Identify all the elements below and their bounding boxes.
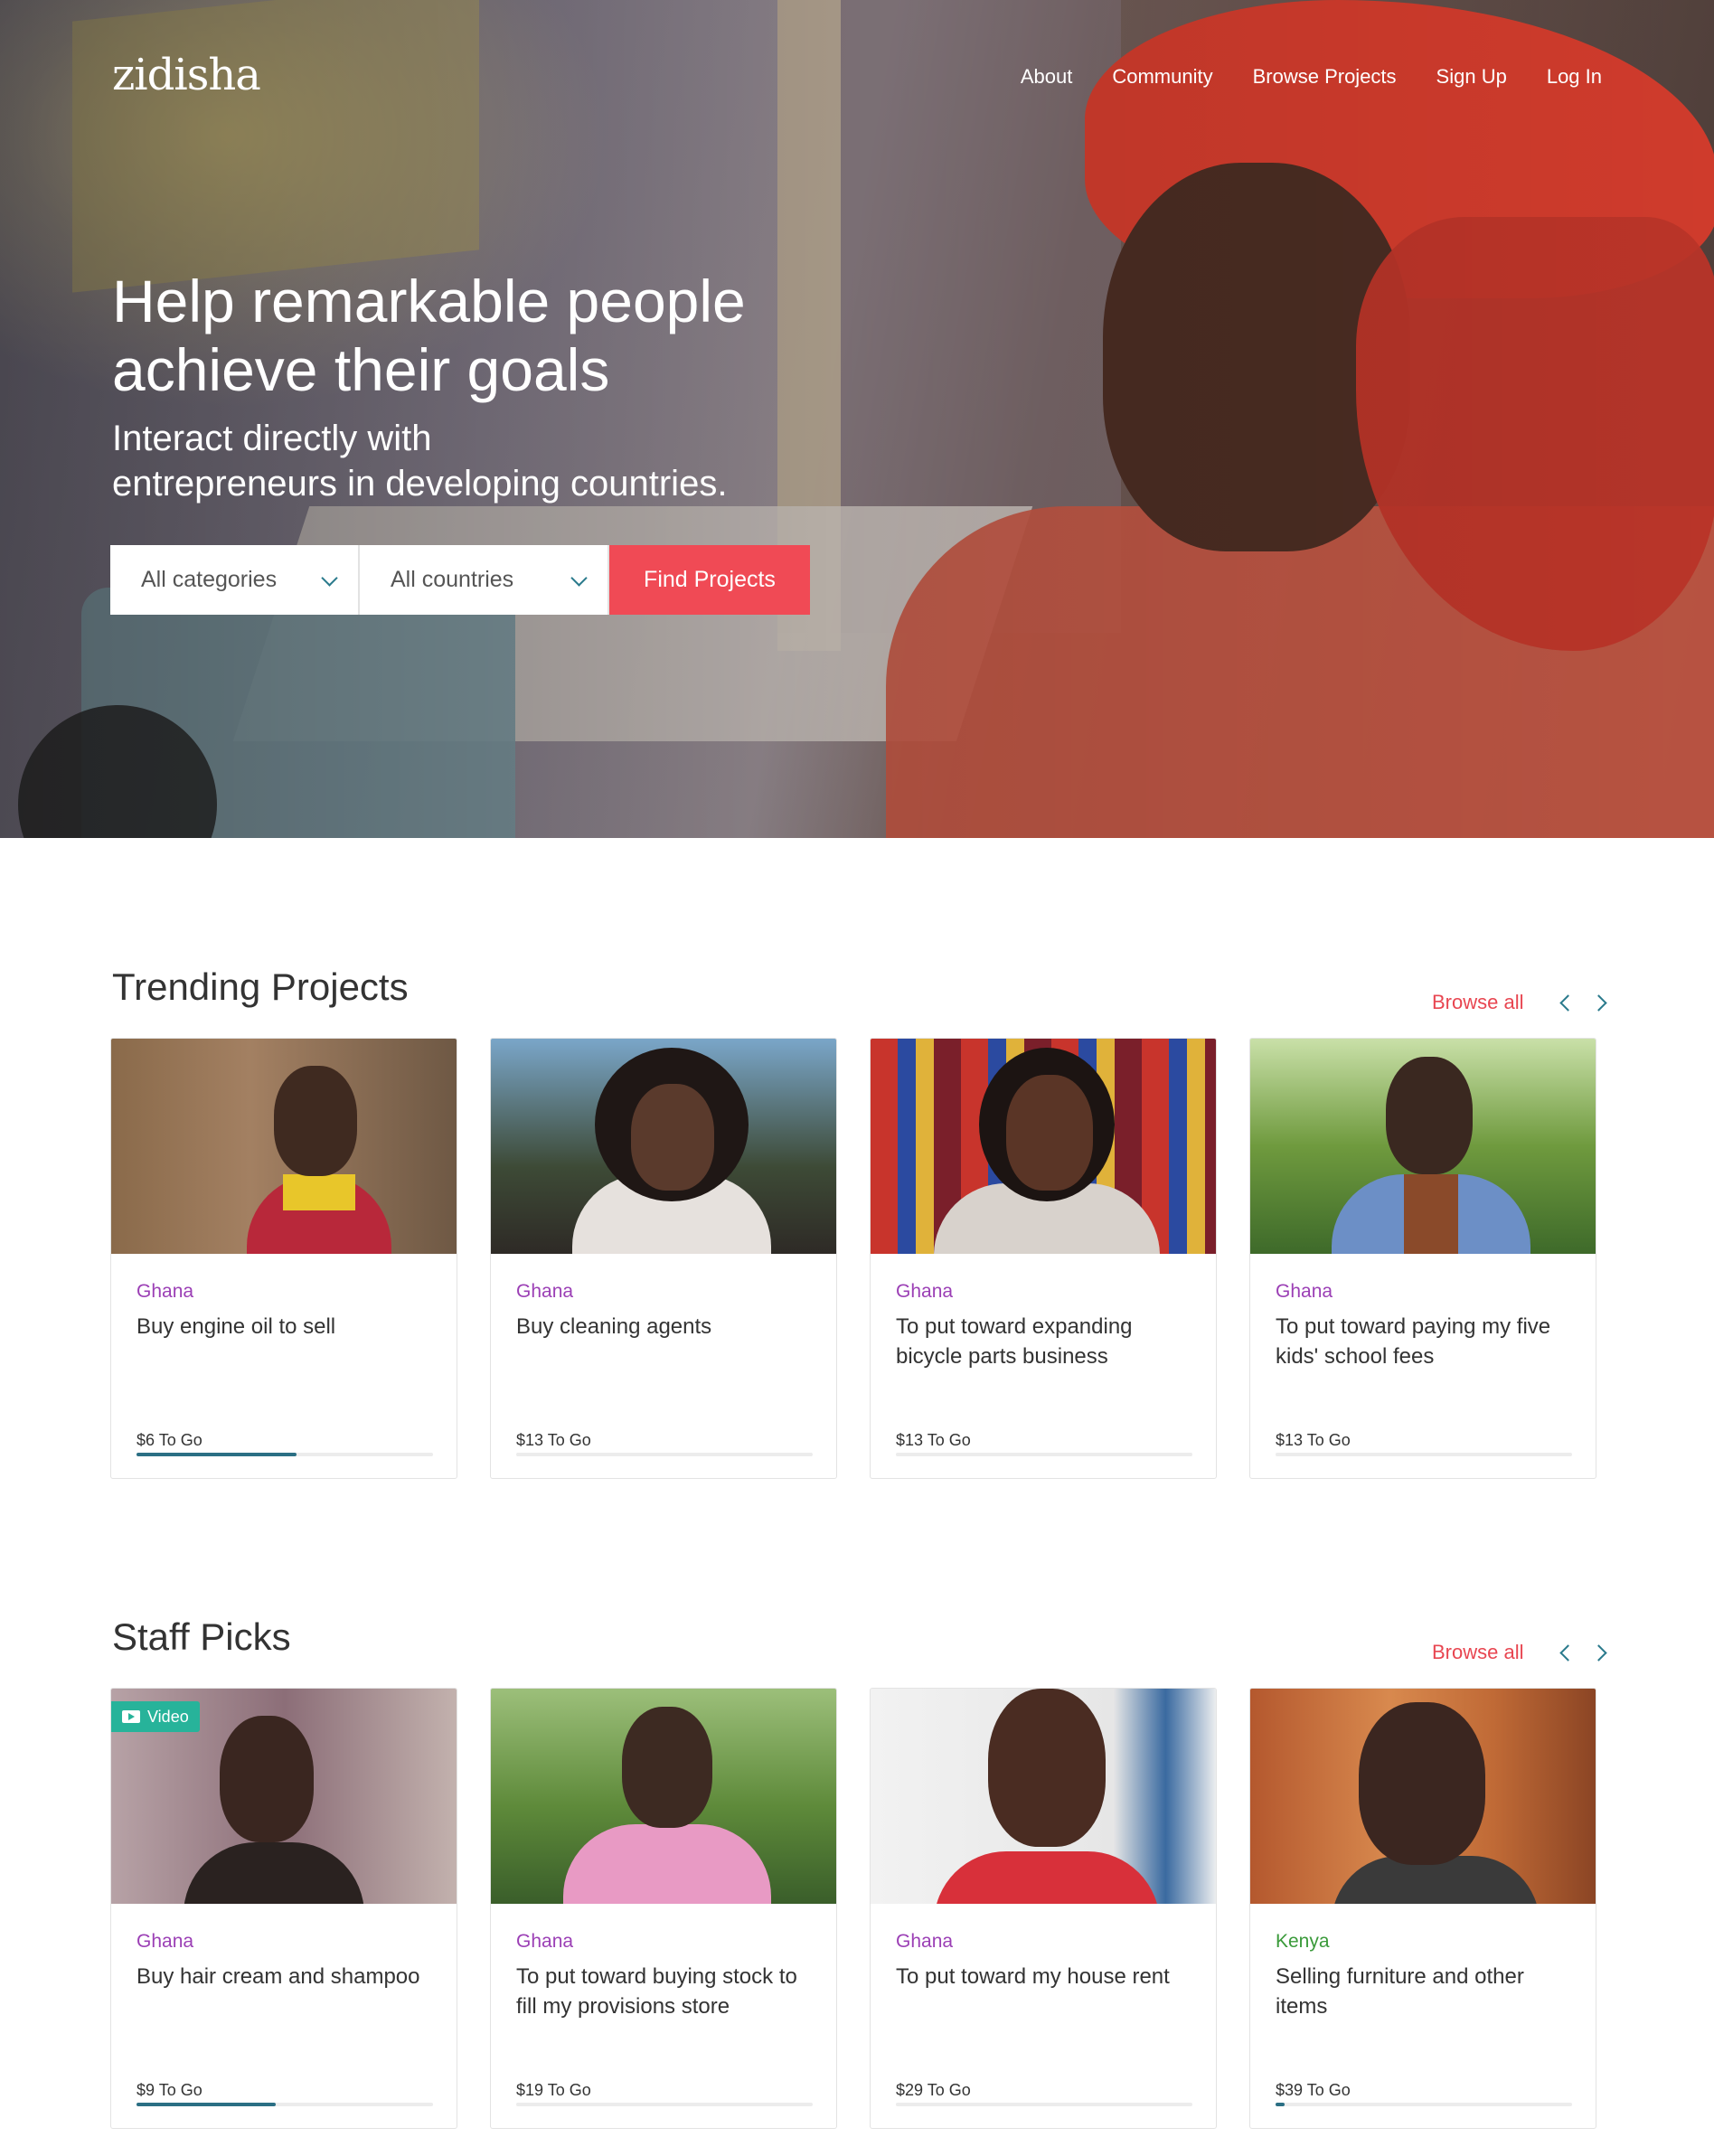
country-label: Ghana — [137, 1931, 194, 1952]
country-label: Kenya — [1276, 1931, 1330, 1952]
project-card[interactable]: Ghana To put toward my house rent $29 To… — [870, 1688, 1217, 2129]
video-badge: Video — [111, 1701, 200, 1732]
country-select[interactable]: All countries — [360, 545, 609, 615]
funding-progress-bar — [137, 1453, 433, 1456]
country-label: Ghana — [896, 1281, 954, 1302]
main-nav: About Community Browse Projects Sign Up … — [1021, 65, 1602, 89]
section-title: Staff Picks — [112, 1615, 291, 1658]
project-description: Buy hair cream and shampoo — [137, 1964, 420, 1989]
amount-to-go: $13 To Go — [516, 1431, 591, 1449]
project-card[interactable]: Ghana To put toward buying stock to fill… — [490, 1688, 837, 2129]
country-label: Ghana — [1276, 1281, 1333, 1302]
project-description: To put toward my house rent — [896, 1964, 1170, 1989]
find-projects-button[interactable]: Find Projects — [609, 545, 810, 615]
borrower-photo — [871, 1689, 1216, 1904]
borrower-photo — [491, 1689, 836, 1904]
nav-community[interactable]: Community — [1112, 65, 1212, 89]
funding-progress-bar — [516, 2103, 813, 2106]
chevron-right-icon[interactable] — [1593, 993, 1611, 1014]
project-description: To put toward expanding bicycle parts bu… — [896, 1314, 1133, 1369]
project-description: Buy engine oil to sell — [137, 1314, 336, 1339]
borrower-photo: Video — [111, 1689, 457, 1904]
borrower-photo — [1250, 1689, 1596, 1904]
project-card[interactable]: Video Ghana Buy hair cream and shampoo $… — [110, 1688, 457, 2129]
borrower-photo — [871, 1039, 1216, 1254]
project-carousel: Video Ghana Buy hair cream and shampoo $… — [110, 1688, 1596, 2129]
country-label: Ghana — [516, 1281, 574, 1302]
nav-sign-up[interactable]: Sign Up — [1436, 65, 1507, 89]
project-card[interactable]: Ghana To put toward paying my five kids'… — [1249, 1038, 1596, 1479]
chevron-down-icon — [320, 570, 340, 590]
borrower-photo — [111, 1039, 457, 1254]
video-icon — [122, 1710, 140, 1723]
chevron-left-icon[interactable] — [1557, 1643, 1575, 1664]
hero-title: Help remarkable people achieve their goa… — [112, 268, 746, 403]
amount-to-go: $19 To Go — [516, 2081, 591, 2099]
project-card[interactable]: Ghana To put toward expanding bicycle pa… — [870, 1038, 1217, 1479]
amount-to-go: $9 To Go — [137, 2081, 202, 2099]
project-description: To put toward paying my five kids' schoo… — [1276, 1314, 1551, 1369]
borrower-photo — [491, 1039, 836, 1254]
site-logo[interactable]: zidisha — [112, 50, 261, 100]
category-select[interactable]: All categories — [110, 545, 360, 615]
nav-browse-projects[interactable]: Browse Projects — [1253, 65, 1397, 89]
nav-about[interactable]: About — [1021, 65, 1073, 89]
project-carousel: Ghana Buy engine oil to sell $6 To Go Gh… — [110, 1038, 1596, 1479]
browse-all-link[interactable]: Browse all — [1432, 991, 1523, 1014]
project-description: To put toward buying stock to fill my pr… — [516, 1964, 797, 2019]
nav-log-in[interactable]: Log In — [1547, 65, 1602, 89]
funding-progress-bar — [896, 1453, 1192, 1456]
funding-progress-bar — [1276, 2103, 1572, 2106]
amount-to-go: $13 To Go — [896, 1431, 971, 1449]
funding-progress-bar — [516, 1453, 813, 1456]
project-description: Selling furniture and other items — [1276, 1964, 1524, 2019]
borrower-photo — [1250, 1039, 1596, 1254]
hero-banner: zidisha About Community Browse Projects … — [0, 0, 1714, 838]
chevron-left-icon[interactable] — [1557, 993, 1575, 1014]
chevron-right-icon[interactable] — [1593, 1643, 1611, 1664]
project-card[interactable]: Ghana Buy engine oil to sell $6 To Go — [110, 1038, 457, 1479]
amount-to-go: $39 To Go — [1276, 2081, 1351, 2099]
section-title: Trending Projects — [112, 965, 409, 1008]
chevron-down-icon — [570, 570, 589, 590]
project-description: Buy cleaning agents — [516, 1314, 712, 1339]
funding-progress-bar — [896, 2103, 1192, 2106]
project-card[interactable]: Ghana Buy cleaning agents $13 To Go — [490, 1038, 837, 1479]
project-card[interactable]: Kenya Selling furniture and other items … — [1249, 1688, 1596, 2129]
country-label: Ghana — [516, 1931, 574, 1952]
country-label: Ghana — [137, 1281, 194, 1302]
hero-subtitle: Interact directly with entrepreneurs in … — [112, 419, 728, 504]
browse-all-link[interactable]: Browse all — [1432, 1641, 1523, 1664]
amount-to-go: $6 To Go — [137, 1431, 202, 1449]
project-search-bar: All categories All countries Find Projec… — [110, 545, 810, 615]
funding-progress-bar — [137, 2103, 433, 2106]
amount-to-go: $29 To Go — [896, 2081, 971, 2099]
funding-progress-bar — [1276, 1453, 1572, 1456]
country-label: Ghana — [896, 1931, 954, 1952]
amount-to-go: $13 To Go — [1276, 1431, 1351, 1449]
